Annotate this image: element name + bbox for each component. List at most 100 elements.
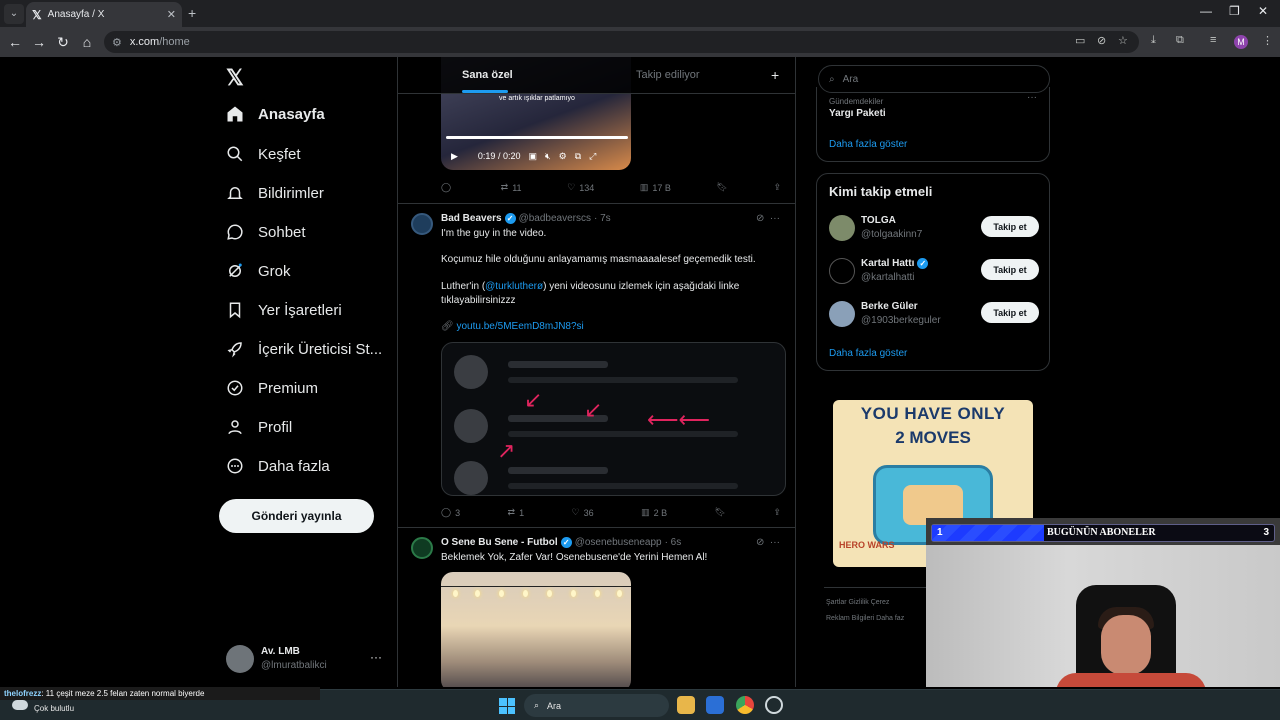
tab-following[interactable]: Takip ediliyor	[636, 69, 700, 81]
views-button[interactable]: ▥ 17 B	[640, 182, 671, 193]
tab-for-you[interactable]: Sana özel	[462, 69, 513, 81]
follow-button[interactable]: Takip et	[981, 216, 1039, 237]
bookmark-tweet-button[interactable]: 🔖︎	[715, 507, 726, 518]
footer-links[interactable]: Şartlar Gizlilik Çerez	[826, 599, 889, 606]
like-button[interactable]: ♡ 36	[572, 507, 594, 518]
mail-icon[interactable]	[706, 696, 724, 714]
subscriber-goal-fill	[932, 525, 1044, 541]
captions-icon[interactable]: ▣	[528, 151, 537, 162]
add-tab-icon[interactable]: +	[771, 67, 779, 83]
trends-box: Gündemdekiler Yargı Paketi ··· Daha fazl…	[816, 87, 1050, 162]
avatar[interactable]	[411, 213, 433, 235]
sidebar-item-chat[interactable]: Sohbet	[226, 223, 306, 241]
sidebar-item-creator-studio[interactable]: İçerik Üreticisi St...	[226, 340, 382, 358]
like-button[interactable]: ♡ 134	[567, 182, 594, 193]
show-more-link[interactable]: Daha fazla göster	[829, 348, 907, 359]
account-switcher[interactable]: Av. LMB @lmuratbalikci ···	[226, 643, 386, 675]
show-more-link[interactable]: Daha fazla göster	[829, 139, 907, 150]
share-icon[interactable]: ⇪	[773, 182, 781, 193]
reply-button[interactable]: ◯ 3	[441, 507, 460, 518]
tweet-author[interactable]: O Sene Bu Sene - Futbol ✓ @osenebuseneap…	[441, 537, 681, 548]
like-count: 134	[579, 182, 595, 193]
download-icon[interactable]: ⤓	[1151, 34, 1156, 47]
link-url[interactable]: youtu.be/5MEemD8mJN8?si	[456, 321, 583, 332]
retweet-button[interactable]: ⇄ 11	[501, 182, 522, 193]
pip-icon[interactable]: ⧉	[575, 151, 581, 162]
trend-name[interactable]: Yargı Paketi	[829, 108, 886, 119]
blurred-row	[454, 461, 774, 495]
views-button[interactable]: ▥ 2 B	[641, 507, 667, 518]
maximize-icon[interactable]: ❐	[1229, 4, 1240, 18]
reply-button[interactable]: ◯	[441, 182, 455, 193]
taskbar-search[interactable]: ⌕ Ara	[524, 694, 669, 717]
sidebar-item-profile[interactable]: Profil	[226, 418, 292, 436]
sidebar-item-home[interactable]: Anasayfa	[226, 105, 325, 123]
sidebar-item-label: Bildirimler	[258, 184, 324, 202]
home-browser-icon[interactable]: ⌂	[75, 34, 99, 50]
sidebar-item-more[interactable]: Daha fazla	[226, 457, 330, 475]
tab-search-button[interactable]: ⌄	[4, 4, 24, 24]
fullscreen-icon[interactable]: ⤢	[589, 151, 596, 162]
post-button[interactable]: Gönderi yayınla	[219, 499, 374, 533]
search-input[interactable]: ⌕ Ara	[818, 65, 1050, 93]
reload-icon[interactable]: ↻	[51, 34, 75, 51]
media-icon[interactable]: ≡	[1210, 34, 1216, 46]
back-icon[interactable]: ←	[3, 34, 27, 50]
mute-icon[interactable]: 🔇︎	[545, 151, 551, 162]
sidebar-item-explore[interactable]: Keşfet	[226, 145, 301, 163]
settings-icon[interactable]: ⚙	[559, 151, 567, 162]
sidebar-item-grok[interactable]: Grok	[226, 262, 291, 280]
grok-tweet-icon[interactable]: ⊘ ···	[756, 213, 780, 224]
tweet-image[interactable]	[441, 572, 631, 687]
video-progress-bar[interactable]	[446, 136, 628, 139]
sidebar-item-label: Sohbet	[258, 223, 306, 241]
link-icon: 🔗︎	[441, 321, 454, 332]
grok-tweet-icon[interactable]: ⊘ ···	[756, 537, 780, 548]
bookmark-tweet-button[interactable]: 🔖︎	[716, 182, 727, 193]
extensions-icon[interactable]: ⧉	[1176, 34, 1184, 47]
browser-menu-icon[interactable]: ⋮	[1262, 34, 1273, 47]
retweet-button[interactable]: ⇄ 1	[508, 507, 525, 518]
play-icon[interactable]: ▶	[451, 151, 458, 162]
tweet-author[interactable]: Bad Beavers ✓ @badbeaverscs · 7s	[441, 213, 611, 224]
chrome-icon[interactable]	[736, 696, 754, 714]
windows-start-icon[interactable]	[499, 698, 515, 714]
file-explorer-icon[interactable]	[677, 696, 695, 714]
follow-suggestion[interactable]: Kartal Hattı ✓ @kartalhatti Takip et	[829, 255, 1045, 287]
address-bar[interactable]: ⚙ x.com/home	[104, 31, 1139, 53]
x-logo-icon[interactable]: 𝕏	[226, 65, 244, 91]
sidebar-item-premium[interactable]: Premium	[226, 379, 318, 397]
follow-suggestion[interactable]: TOLGA @tolgaakinn7 Takip et	[829, 212, 1045, 244]
follow-button[interactable]: Takip et	[981, 259, 1039, 280]
share-icon[interactable]: ⇪	[773, 507, 781, 518]
url-host: x.com	[129, 36, 160, 48]
tab-close-icon[interactable]: ✕	[167, 8, 176, 21]
weather-desc[interactable]: Çok bulutlu	[34, 704, 74, 713]
sidebar-item-bookmarks[interactable]: Yer İşaretleri	[226, 301, 342, 319]
new-tab-button[interactable]: +	[188, 5, 196, 21]
streamer-shirt	[1056, 673, 1206, 687]
more-dots-icon[interactable]: ···	[370, 650, 382, 664]
hide-icon[interactable]: ⊘	[1097, 34, 1106, 47]
install-app-icon[interactable]: ▭	[1075, 34, 1085, 47]
account-handle: @lmuratbalikci	[261, 660, 327, 671]
follow-suggestion[interactable]: Berke Güler @1903berkeguler Takip et	[829, 298, 1045, 330]
avatar[interactable]	[411, 537, 433, 559]
media-card[interactable]: ↙ ↙ ⟵⟵ ↗	[441, 342, 786, 496]
minimize-icon[interactable]: —	[1200, 4, 1212, 18]
sidebar-item-notifications[interactable]: Bildirimler	[226, 184, 324, 202]
bookmark-star-icon[interactable]: ☆	[1118, 34, 1128, 47]
footer-links[interactable]: Reklam Bilgileri Daha faz	[826, 615, 904, 622]
forward-icon[interactable]: →	[27, 34, 51, 50]
author-handle: @badbeaverscs	[518, 213, 592, 224]
profile-avatar[interactable]: M	[1234, 35, 1248, 49]
browser-tab[interactable]: 𝕏 Anasayfa / X ✕	[26, 2, 182, 27]
suggestion-name: TOLGA	[861, 215, 896, 226]
mention-link[interactable]: @turklutherø	[485, 281, 543, 292]
window-close-icon[interactable]: ✕	[1258, 4, 1268, 18]
app-icon[interactable]	[765, 696, 783, 714]
tweet-link[interactable]: 🔗︎ youtu.be/5MEemD8mJN8?si	[441, 320, 771, 334]
follow-button[interactable]: Takip et	[981, 302, 1039, 323]
site-info-icon[interactable]: ⚙	[112, 36, 122, 49]
trend-more-icon[interactable]: ···	[1027, 92, 1037, 103]
